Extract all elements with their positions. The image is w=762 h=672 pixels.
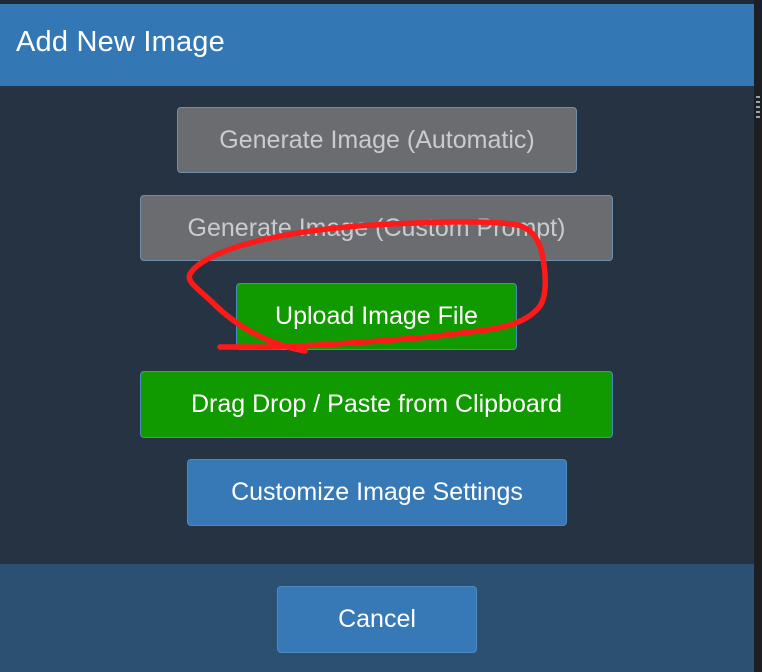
generate-image-automatic-button[interactable]: Generate Image (Automatic) bbox=[177, 107, 577, 173]
dialog-body: Generate Image (Automatic) Generate Imag… bbox=[0, 86, 754, 564]
resize-grip-icon[interactable] bbox=[756, 96, 760, 118]
window-right-edge bbox=[754, 0, 762, 672]
dialog-footer: Cancel bbox=[0, 564, 754, 672]
upload-image-file-button[interactable]: Upload Image File bbox=[236, 283, 517, 350]
dialog-title: Add New Image bbox=[16, 26, 225, 58]
cancel-button[interactable]: Cancel bbox=[277, 586, 477, 653]
drag-drop-paste-clipboard-button[interactable]: Drag Drop / Paste from Clipboard bbox=[140, 371, 613, 438]
generate-image-custom-prompt-button[interactable]: Generate Image (Custom Prompt) bbox=[140, 195, 613, 261]
customize-image-settings-button[interactable]: Customize Image Settings bbox=[187, 459, 567, 526]
screen: Add New Image Generate Image (Automatic)… bbox=[0, 0, 762, 672]
dialog-header: Add New Image bbox=[0, 4, 754, 86]
add-image-dialog: Add New Image Generate Image (Automatic)… bbox=[0, 4, 754, 672]
